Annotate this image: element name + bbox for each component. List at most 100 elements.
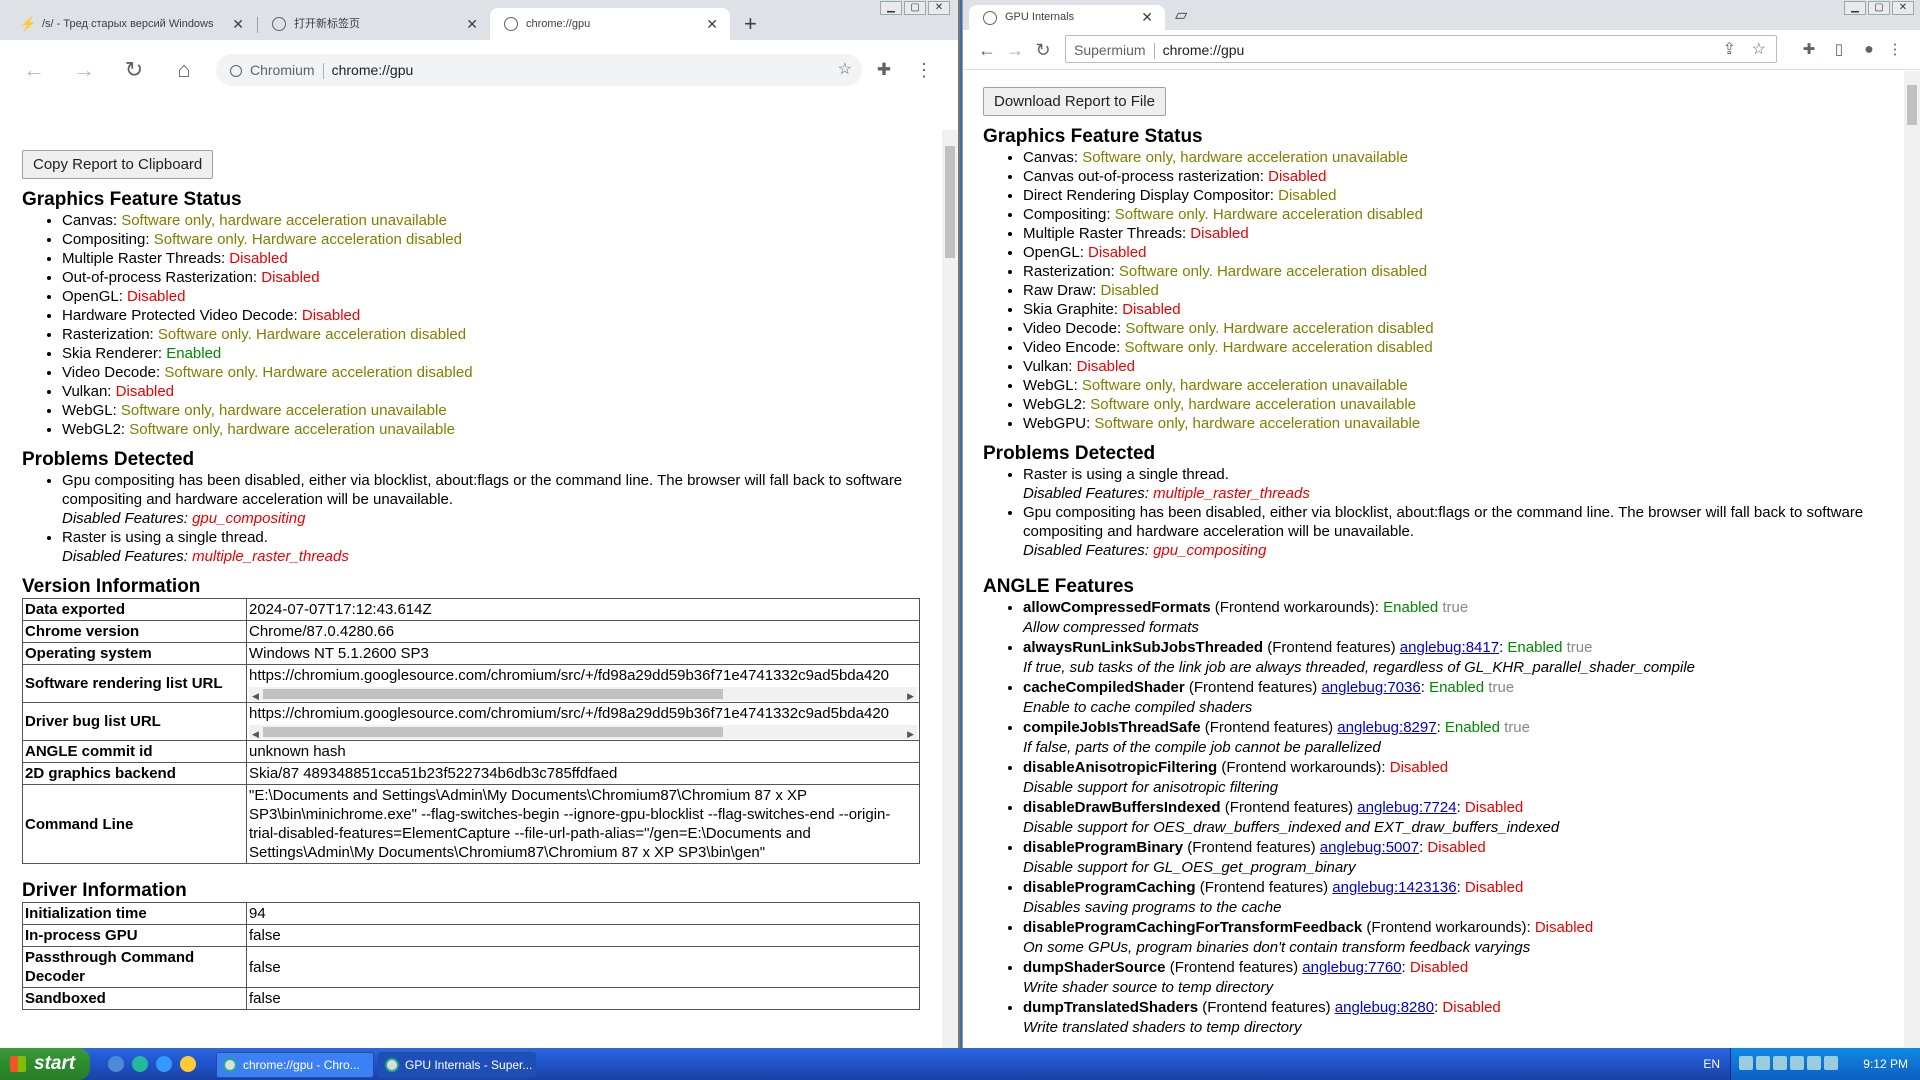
row-key: Software rendering list URL: [22, 664, 247, 703]
tab-chrome-gpu[interactable]: chrome://gpu ✕: [490, 8, 730, 40]
minimize-button[interactable]: ▁: [1844, 1, 1866, 15]
feature-status: Enabled: [166, 345, 222, 362]
copy-report-button[interactable]: Copy Report to Clipboard: [22, 150, 214, 179]
feature-status: Disabled: [1088, 244, 1147, 261]
quicklaunch-browser-icon[interactable]: [132, 1056, 148, 1072]
anglebug-link[interactable]: anglebug:1423136: [1332, 879, 1456, 896]
extensions-icon[interactable]: ✚: [868, 54, 900, 86]
star-icon[interactable]: ☆: [1752, 36, 1766, 64]
scroll-right-icon[interactable]: ▶: [907, 687, 914, 702]
tab-new-tab[interactable]: 打开新标签页 ✕: [258, 8, 490, 40]
close-button[interactable]: ✕: [928, 1, 950, 15]
feature-status: Software only. Hardware acceleration dis…: [153, 231, 462, 248]
vertical-scrollbar[interactable]: [942, 130, 958, 1048]
home-button[interactable]: ⌂: [168, 54, 200, 86]
close-icon[interactable]: ✕: [1141, 5, 1153, 30]
info-icon[interactable]: [230, 65, 242, 78]
angle-feature-name: disableProgramBinary: [1023, 839, 1184, 856]
address-bar[interactable]: Supermium chrome://gpu ⇪ ☆: [1065, 35, 1777, 63]
app-icon[interactable]: [1790, 1056, 1804, 1070]
close-button[interactable]: ✕: [1892, 1, 1914, 15]
scroll-thumb[interactable]: [1907, 85, 1917, 125]
anglebug-link[interactable]: anglebug:8297: [1337, 719, 1436, 736]
share-icon[interactable]: ⇪: [1723, 36, 1736, 64]
download-report-button[interactable]: Download Report to File: [983, 87, 1166, 116]
close-icon[interactable]: ✕: [466, 8, 478, 40]
feature-status: Disabled: [261, 269, 320, 286]
scroll-thumb[interactable]: [945, 146, 955, 258]
scroll-left-icon[interactable]: ◀: [252, 725, 259, 740]
vertical-scrollbar[interactable]: [1904, 71, 1920, 1048]
quicklaunch-ie-icon[interactable]: [156, 1056, 172, 1072]
feature-item: OpenGL: Disabled: [62, 287, 942, 306]
anglebug-link[interactable]: anglebug:8280: [1335, 999, 1434, 1016]
row-value-text: Chrome/87.0.4280.66: [249, 623, 395, 640]
angle-feature-category: (Frontend features): [1184, 679, 1322, 696]
horizontal-scrollbar[interactable]: ◀ ▶: [249, 687, 917, 701]
menu-icon[interactable]: ⋮: [908, 54, 940, 86]
table-row: Chrome version Chrome/87.0.4280.66: [22, 620, 920, 643]
angle-feature-state: Disabled: [1442, 999, 1501, 1016]
menu-icon[interactable]: ⋮: [1879, 34, 1911, 66]
system-tray: 9:12 PM: [1730, 1048, 1920, 1080]
feature-list: Canvas: Software only, hardware accelera…: [62, 211, 942, 439]
tab-windows-thread[interactable]: ⚡ /s/ - Тред старых версий Windows ✕: [6, 8, 256, 40]
scroll-right-icon[interactable]: ▶: [907, 725, 914, 740]
forward-button[interactable]: →: [68, 54, 100, 86]
scroll-left-icon[interactable]: ◀: [252, 687, 259, 702]
feature-name: WebGL:: [1023, 377, 1082, 394]
shield-icon[interactable]: [1756, 1056, 1770, 1070]
angle-feature-item: allowCompressedFormats (Frontend workaro…: [1023, 598, 1904, 638]
feature-status: Disabled: [1268, 168, 1327, 185]
maximize-button[interactable]: ▢: [904, 1, 926, 15]
quicklaunch-desktop-icon[interactable]: [108, 1056, 124, 1072]
tab-gpu-internals[interactable]: GPU Internals ✕: [969, 5, 1165, 30]
signal-icon[interactable]: [1824, 1056, 1838, 1070]
row-value: "E:\Documents and Settings\Admin\My Docu…: [246, 784, 920, 864]
problem-item: Gpu compositing has been disabled, eithe…: [62, 471, 942, 528]
extensions-icon[interactable]: ✚: [1793, 34, 1825, 66]
network-icon[interactable]: [1739, 1056, 1753, 1070]
angle-feature-state: Enabled: [1507, 639, 1563, 656]
taskbar-item-chromium[interactable]: chrome://gpu - Chro...: [216, 1052, 374, 1078]
anglebug-link[interactable]: anglebug:7760: [1302, 959, 1401, 976]
taskbar-item-supermium[interactable]: GPU Internals - Super...: [378, 1052, 536, 1078]
angle-feature-state: Disabled: [1534, 919, 1594, 936]
row-value: unknown hash: [246, 740, 920, 763]
window-controls: ▁ ▢ ✕: [1844, 1, 1914, 17]
table-row: Software rendering list URL https://chrom…: [22, 664, 920, 703]
anglebug-link[interactable]: anglebug:7036: [1321, 679, 1420, 696]
feature-status: Software only, hardware acceleration una…: [1094, 415, 1421, 432]
reload-button[interactable]: ↻: [1027, 34, 1059, 66]
maximize-button[interactable]: ▢: [1868, 1, 1890, 15]
volume-icon[interactable]: [1807, 1056, 1821, 1070]
address-bar[interactable]: Chromium chrome://gpu ☆: [216, 54, 862, 86]
anglebug-link[interactable]: anglebug:7724: [1357, 799, 1456, 816]
star-icon[interactable]: ☆: [838, 54, 852, 86]
feature-status: Software only. Hardware acceleration dis…: [157, 326, 467, 343]
feature-name: Compositing:: [1023, 206, 1115, 223]
app-icon[interactable]: [1773, 1056, 1787, 1070]
angle-feature-category: (Frontend features): [1198, 999, 1335, 1016]
scroll-thumb[interactable]: [263, 727, 723, 737]
side-panel-icon[interactable]: ▯: [1823, 34, 1855, 66]
feature-name: Rasterization:: [1023, 263, 1119, 280]
anglebug-link[interactable]: anglebug:5007: [1320, 839, 1419, 856]
reload-button[interactable]: ↻: [118, 54, 150, 86]
angle-feature-item: dumpTranslatedShaders (Frontend features…: [1023, 998, 1904, 1038]
horizontal-scrollbar[interactable]: ◀ ▶: [249, 725, 917, 739]
minimize-button[interactable]: ▁: [880, 1, 902, 15]
back-button[interactable]: ←: [18, 54, 50, 86]
quicklaunch-media-icon[interactable]: [180, 1056, 196, 1072]
anglebug-link[interactable]: anglebug:8417: [1400, 639, 1499, 656]
start-button[interactable]: start: [0, 1048, 90, 1080]
close-icon[interactable]: ✕: [232, 8, 244, 40]
new-tab-button[interactable]: ▱: [1175, 2, 1187, 30]
scroll-thumb[interactable]: [263, 689, 723, 699]
close-icon[interactable]: ✕: [706, 8, 718, 40]
feature-name: Skia Graphite:: [1023, 301, 1123, 318]
angle-features-heading: ANGLE Features: [983, 576, 1134, 597]
angle-features-list: allowCompressedFormats (Frontend workaro…: [1023, 598, 1904, 1038]
language-indicator[interactable]: EN: [1703, 1048, 1720, 1080]
new-tab-button[interactable]: +: [744, 10, 757, 38]
